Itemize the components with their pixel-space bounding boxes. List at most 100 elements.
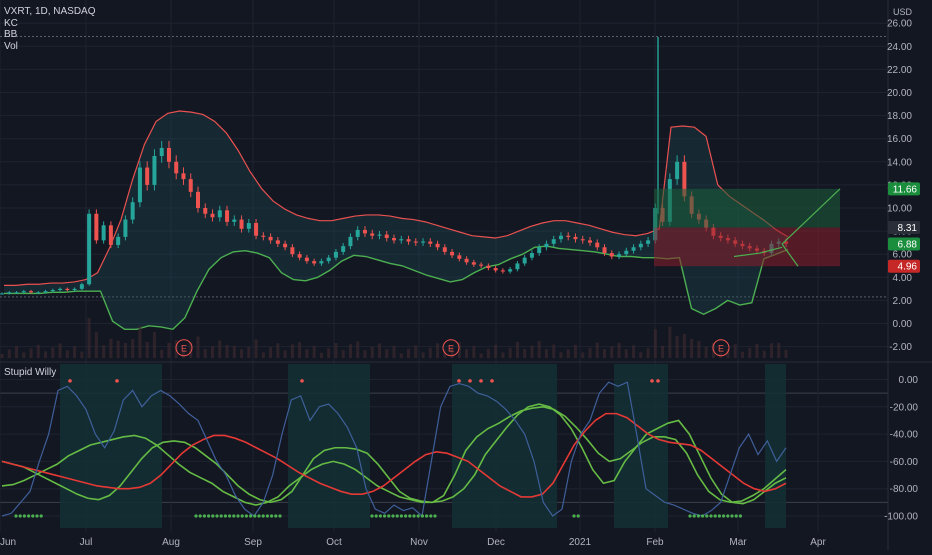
signal-dot — [650, 379, 654, 383]
candle-body — [261, 235, 266, 237]
candle-body — [406, 239, 411, 242]
chart-canvas[interactable]: EEE -2.000.002.004.006.008.0010.0012.001… — [0, 0, 932, 550]
candle-body — [471, 262, 476, 265]
candle-body — [246, 223, 251, 229]
signal-dot — [215, 514, 219, 518]
signal-dot — [232, 514, 236, 518]
volume-bar — [298, 342, 302, 358]
indicator-kc-label[interactable]: KC — [4, 18, 96, 30]
volume-bar — [544, 349, 548, 358]
signal-dot — [572, 514, 576, 518]
volume-bar — [145, 342, 149, 358]
signal-dot — [412, 514, 416, 518]
signal-dot — [374, 514, 378, 518]
candle-body — [450, 251, 455, 256]
indicator-bb-label[interactable]: BB — [4, 29, 96, 41]
indicator-vol-label[interactable]: Vol — [4, 41, 96, 53]
candle-body — [675, 161, 680, 180]
oscillator-title[interactable]: Stupid Willy — [4, 367, 56, 379]
volume-bar — [588, 347, 592, 358]
candle-body — [268, 236, 273, 241]
volume-bar — [247, 347, 251, 358]
date-tick-label: Feb — [646, 537, 664, 548]
volume-bar — [51, 347, 55, 358]
signal-dot — [717, 514, 722, 518]
volume-bar — [421, 352, 425, 358]
candle-body — [275, 240, 280, 244]
volume-bar — [784, 349, 788, 358]
volume-bar — [196, 336, 200, 358]
signal-dot — [228, 514, 232, 518]
volume-bar — [356, 341, 360, 358]
candle-body — [638, 243, 643, 248]
signal-dot — [253, 514, 257, 518]
volume-bar — [653, 329, 657, 358]
candle-body — [537, 247, 542, 254]
price-tag-label: 11.66 — [893, 184, 918, 195]
oscillator-legend: Stupid Willy — [4, 367, 56, 379]
signal-dot — [35, 514, 39, 518]
candle-body — [254, 223, 259, 236]
volume-bar — [682, 334, 686, 358]
volume-bar — [595, 342, 599, 358]
candle-body — [65, 288, 70, 291]
price-tick-label: 0.00 — [893, 319, 913, 330]
volume-bar — [29, 348, 33, 358]
volume-bar — [508, 347, 512, 358]
volume-bar — [740, 351, 744, 358]
signal-dot — [738, 514, 743, 518]
volume-bar — [494, 344, 498, 358]
volume-bar — [486, 348, 490, 358]
candle-body — [442, 247, 447, 252]
signal-dot — [383, 514, 387, 518]
volume-bar — [102, 345, 106, 358]
candle-body — [43, 291, 48, 293]
position-tool[interactable] — [654, 188, 841, 267]
signal-dot — [27, 514, 31, 518]
candle-body — [355, 229, 360, 237]
signal-dot — [68, 379, 72, 383]
signal-dot — [223, 514, 227, 518]
stop-zone — [654, 227, 840, 267]
signal-dot — [370, 514, 374, 518]
volume-bar — [581, 352, 585, 358]
volume-bar — [334, 343, 338, 358]
volume-bar — [624, 349, 628, 358]
candle-body — [188, 179, 193, 192]
volume-bar — [276, 343, 280, 358]
candle-body — [588, 240, 592, 243]
date-tick-label: Jun — [0, 537, 16, 548]
price-tick-label: 24.00 — [887, 42, 912, 53]
volume-bar — [123, 343, 127, 358]
volume-bar — [261, 352, 265, 358]
candle-body — [0, 293, 4, 295]
signal-dot — [211, 514, 215, 518]
volume-bar — [748, 347, 752, 358]
symbol-label[interactable]: VXRT, 1D, NASDAQ — [4, 6, 96, 18]
candle-body — [421, 241, 426, 243]
candle-body — [544, 243, 549, 248]
volume-bar — [319, 352, 323, 358]
candle-body — [101, 225, 106, 241]
candle-body — [362, 229, 367, 234]
signal-dot — [713, 514, 717, 518]
candle-body — [14, 292, 19, 294]
volume-bar — [704, 346, 708, 358]
candle-body — [413, 241, 418, 243]
candle-body — [94, 213, 99, 241]
volume-bar — [465, 349, 469, 358]
candle-body — [137, 167, 142, 203]
date-tick-label: Apr — [810, 537, 826, 548]
candle-body — [304, 257, 309, 262]
volume-bar — [769, 343, 773, 358]
volume-bar — [370, 346, 374, 358]
candle-body — [595, 242, 600, 248]
signal-dot — [457, 379, 461, 383]
date-tick-label: Dec — [487, 537, 505, 548]
signal-dot — [14, 514, 18, 518]
volume-bar — [44, 351, 48, 358]
volume-bar — [348, 344, 352, 358]
currency-label: USD — [893, 7, 913, 17]
signal-dot — [18, 514, 22, 518]
signal-dot — [433, 514, 437, 518]
